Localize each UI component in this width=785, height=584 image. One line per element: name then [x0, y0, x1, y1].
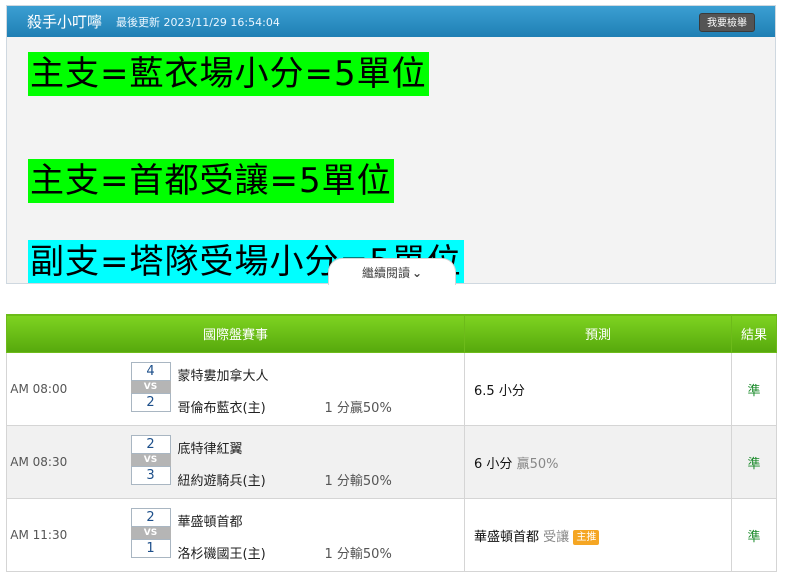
table-row: AM 08:30 2 VS 3 底特律紅翼 紐約遊騎兵(主) 1 分輸50% 6…	[6, 425, 778, 499]
vs-label: VS	[130, 527, 171, 539]
header-result: 結果	[731, 314, 778, 353]
featured-badge: 主推	[573, 529, 600, 545]
odds-label: 1 分輸50%	[324, 547, 392, 562]
team-home[interactable]: 紐約遊騎兵(主)	[178, 470, 266, 489]
panel-title: 殺手小叮嚀	[27, 13, 103, 31]
team-home[interactable]: 洛杉磯國王(主)	[178, 543, 266, 562]
match-time: AM 08:30	[6, 425, 71, 499]
prediction-extra: 贏50%	[516, 456, 559, 472]
prediction-text: 6 小分	[474, 456, 513, 472]
header-prediction: 預測	[464, 314, 733, 353]
report-button[interactable]: 我要檢舉	[699, 13, 755, 32]
tip-panel: 殺手小叮嚀 最後更新 2023/11/29 16:54:04 我要檢舉 主支=藍…	[6, 5, 776, 284]
score-home: 3	[130, 466, 171, 485]
table-row: AM 08:00 4 VS 2 蒙特婁加拿大人 哥倫布藍衣(主) 1 分贏50%…	[6, 352, 778, 426]
match-table: 國際盤賽事 預測 結果 AM 08:00 4 VS 2 蒙特婁加拿大人 哥倫布藍…	[5, 314, 778, 572]
team-away[interactable]: 底特律紅翼	[178, 438, 243, 457]
team-away[interactable]: 蒙特婁加拿大人	[178, 365, 269, 384]
table-row: AM 11:30 2 VS 1 華盛頓首都 洛杉磯國王(主) 1 分輸50% 華…	[6, 498, 778, 572]
scoreboard: 2 VS 3	[130, 435, 171, 485]
last-updated: 最後更新 2023/11/29 16:54:04	[116, 15, 280, 29]
prediction-cell: 華盛頓首都 受讓 主推	[464, 498, 733, 572]
header-match: 國際盤賽事	[5, 314, 466, 353]
prediction-text: 6.5 小分	[474, 383, 525, 399]
read-more-button[interactable]: 繼續閱讀 ⌄	[328, 258, 456, 285]
read-more-label: 繼續閱讀	[361, 266, 410, 280]
match-time: AM 08:00	[6, 352, 71, 426]
score-home: 1	[130, 539, 171, 558]
match-time: AM 11:30	[6, 498, 71, 572]
note-body: 主支=藍衣場小分=5單位 主支=首都受讓=5單位 副支=塔隊受場小分=5單位	[7, 37, 775, 283]
score-away: 2	[130, 508, 171, 527]
odds-label: 1 分輸50%	[324, 474, 392, 489]
scoreboard: 4 VS 2	[130, 362, 171, 412]
match-cell: 2 VS 1 華盛頓首都 洛杉磯國王(主) 1 分輸50%	[70, 498, 466, 572]
score-away: 2	[130, 435, 171, 454]
score-home: 2	[130, 393, 171, 412]
team-away[interactable]: 華盛頓首都	[178, 511, 243, 530]
chevron-down-icon: ⌄	[411, 266, 423, 280]
match-cell: 4 VS 2 蒙特婁加拿大人 哥倫布藍衣(主) 1 分贏50%	[70, 352, 466, 426]
odds-label: 1 分贏50%	[324, 401, 392, 416]
prediction-text: 華盛頓首都	[474, 529, 540, 545]
note-line: 主支=首都受讓=5單位	[28, 159, 394, 203]
result-cell: 準	[731, 425, 778, 499]
prediction-extra: 受讓	[543, 529, 570, 545]
result-cell: 準	[731, 352, 778, 426]
scoreboard: 2 VS 1	[130, 508, 171, 558]
team-home[interactable]: 哥倫布藍衣(主)	[178, 397, 266, 416]
match-cell: 2 VS 3 底特律紅翼 紐約遊騎兵(主) 1 分輸50%	[70, 425, 466, 499]
panel-header: 殺手小叮嚀 最後更新 2023/11/29 16:54:04 我要檢舉	[7, 6, 775, 37]
prediction-cell: 6.5 小分	[464, 352, 733, 426]
note-line: 主支=藍衣場小分=5單位	[28, 52, 429, 96]
vs-label: VS	[130, 454, 171, 466]
prediction-cell: 6 小分 贏50%	[464, 425, 733, 499]
score-away: 4	[130, 362, 171, 381]
result-cell: 準	[731, 498, 778, 572]
vs-label: VS	[130, 381, 171, 393]
